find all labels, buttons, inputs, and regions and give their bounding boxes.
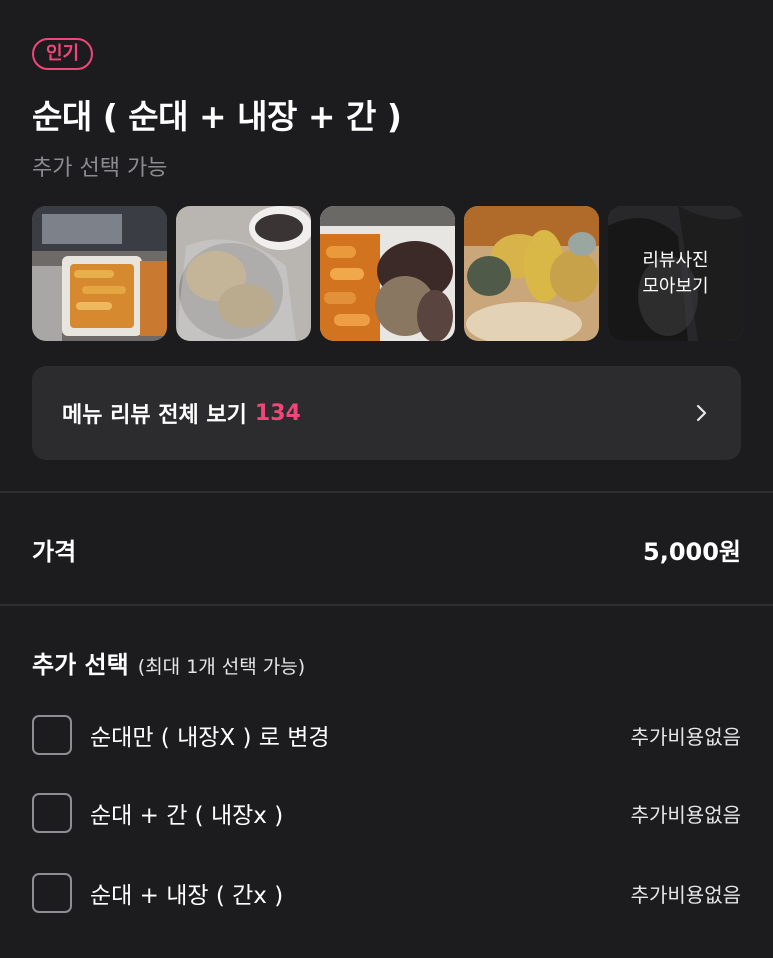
option-extra-cost: 추가비용없음 — [630, 802, 741, 827]
review-photos-more-label: 리뷰사진 모아보기 — [608, 206, 743, 341]
all-menu-reviews-button[interactable]: 메뉴 리뷰 전체 보기 134 — [32, 366, 741, 460]
option-name: 순대 + 간 ( 내장x ) — [90, 803, 284, 829]
option-row[interactable]: 순대 + 간 ( 내장x ) 추가비용없음 — [32, 790, 741, 836]
review-photo[interactable] — [176, 206, 311, 341]
price-label: 가격 — [32, 538, 77, 566]
option-checkbox[interactable] — [32, 715, 72, 755]
review-photo-strip: 리뷰사진 모아보기 — [32, 206, 743, 341]
options-limit-note: (최대 1개 선택 가능) — [137, 656, 306, 678]
option-name: 순대만 ( 내장X ) 로 변경 — [90, 725, 330, 751]
price-value: 5,000원 — [643, 538, 741, 566]
review-count: 134 — [254, 400, 301, 426]
section-divider — [0, 491, 773, 493]
review-photo[interactable] — [32, 206, 167, 341]
chevron-right-icon — [696, 404, 707, 422]
all-menu-reviews-label: 메뉴 리뷰 전체 보기 — [62, 403, 247, 428]
option-extra-cost: 추가비용없음 — [630, 882, 741, 907]
review-photos-more[interactable]: 리뷰사진 모아보기 — [608, 206, 743, 341]
option-row[interactable]: 순대 + 내장 ( 간x ) 추가비용없음 — [32, 870, 741, 916]
options-header: 추가 선택 (최대 1개 선택 가능) — [32, 645, 305, 680]
review-photo[interactable] — [464, 206, 599, 341]
option-checkbox[interactable] — [32, 793, 72, 833]
option-row[interactable]: 순대만 ( 내장X ) 로 변경 추가비용없음 — [32, 712, 741, 758]
review-photo[interactable] — [320, 206, 455, 341]
popular-badge: 인기 — [32, 38, 94, 70]
options-title: 추가 선택 — [32, 651, 129, 679]
section-divider — [0, 604, 773, 606]
menu-subtitle: 추가 선택 가능 — [32, 156, 168, 181]
menu-title: 순대 ( 순대 + 내장 + 간 ) — [32, 97, 402, 136]
option-name: 순대 + 내장 ( 간x ) — [90, 883, 284, 909]
option-checkbox[interactable] — [32, 873, 72, 913]
option-extra-cost: 추가비용없음 — [630, 724, 741, 749]
